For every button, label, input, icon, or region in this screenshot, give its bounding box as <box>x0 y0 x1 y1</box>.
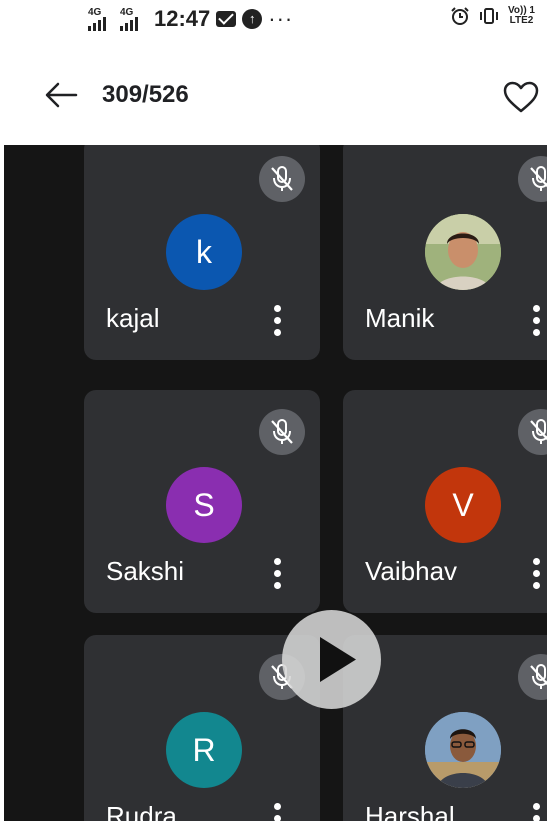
video-frame[interactable]: k kajal Manik S Sakshi V Vaibhav R Rudra… <box>4 145 547 821</box>
mic-off-icon <box>518 654 547 700</box>
participant-tile[interactable]: V Vaibhav <box>343 390 547 613</box>
participant-name: kajal <box>106 303 160 333</box>
signal-icon: 4G <box>88 7 114 31</box>
more-vert-icon[interactable] <box>274 558 282 592</box>
participant-name: Rudra <box>106 801 177 821</box>
participant-tile[interactable]: k kajal <box>84 145 320 360</box>
mail-icon <box>216 11 237 27</box>
vibrate-icon <box>479 8 498 24</box>
volte-bottom: LTE2 <box>509 15 534 26</box>
heart-outline-icon[interactable] <box>502 80 540 114</box>
avatar: k <box>166 214 242 290</box>
arrow-left-icon[interactable] <box>44 80 78 110</box>
avatar-photo <box>425 214 501 290</box>
play-icon <box>320 637 356 682</box>
avatar: R <box>166 712 242 788</box>
avatar-photo <box>425 712 501 788</box>
more-notifications-icon: ··· <box>268 6 294 31</box>
alarm-icon <box>451 7 469 25</box>
volte-indicator: Vo)) 1 LTE2 <box>508 6 535 26</box>
mic-off-icon <box>518 156 547 202</box>
viewer-header: 309/526 <box>0 60 547 130</box>
mic-off-icon <box>259 156 305 202</box>
image-counter: 309/526 <box>102 81 189 108</box>
participant-name: Harshal <box>365 801 455 821</box>
participant-tile[interactable]: Manik <box>343 145 547 360</box>
more-vert-icon[interactable] <box>274 305 282 339</box>
participant-tile[interactable]: S Sakshi <box>84 390 320 613</box>
avatar: S <box>166 467 242 543</box>
more-vert-icon[interactable] <box>533 558 541 592</box>
status-right: Vo)) 1 LTE2 <box>450 6 535 26</box>
participant-name: Vaibhav <box>365 556 458 586</box>
more-vert-icon[interactable] <box>274 803 282 821</box>
more-vert-icon[interactable] <box>533 803 541 821</box>
participant-name: Sakshi <box>106 556 185 586</box>
status-bar: 4G 4G 12:47 ↑ ··· Vo)) 1 LTE2 <box>0 0 547 40</box>
avatar: V <box>425 467 501 543</box>
status-time: 12:47 <box>154 6 211 31</box>
mic-off-icon <box>518 409 547 455</box>
more-vert-icon[interactable] <box>533 305 541 339</box>
play-button[interactable] <box>282 610 381 709</box>
mic-off-icon <box>259 409 305 455</box>
status-left: 4G 4G 12:47 ↑ ··· <box>88 6 293 32</box>
upload-icon: ↑ <box>242 9 263 29</box>
participant-name: Manik <box>365 303 435 333</box>
signal-icon: 4G <box>120 7 146 31</box>
